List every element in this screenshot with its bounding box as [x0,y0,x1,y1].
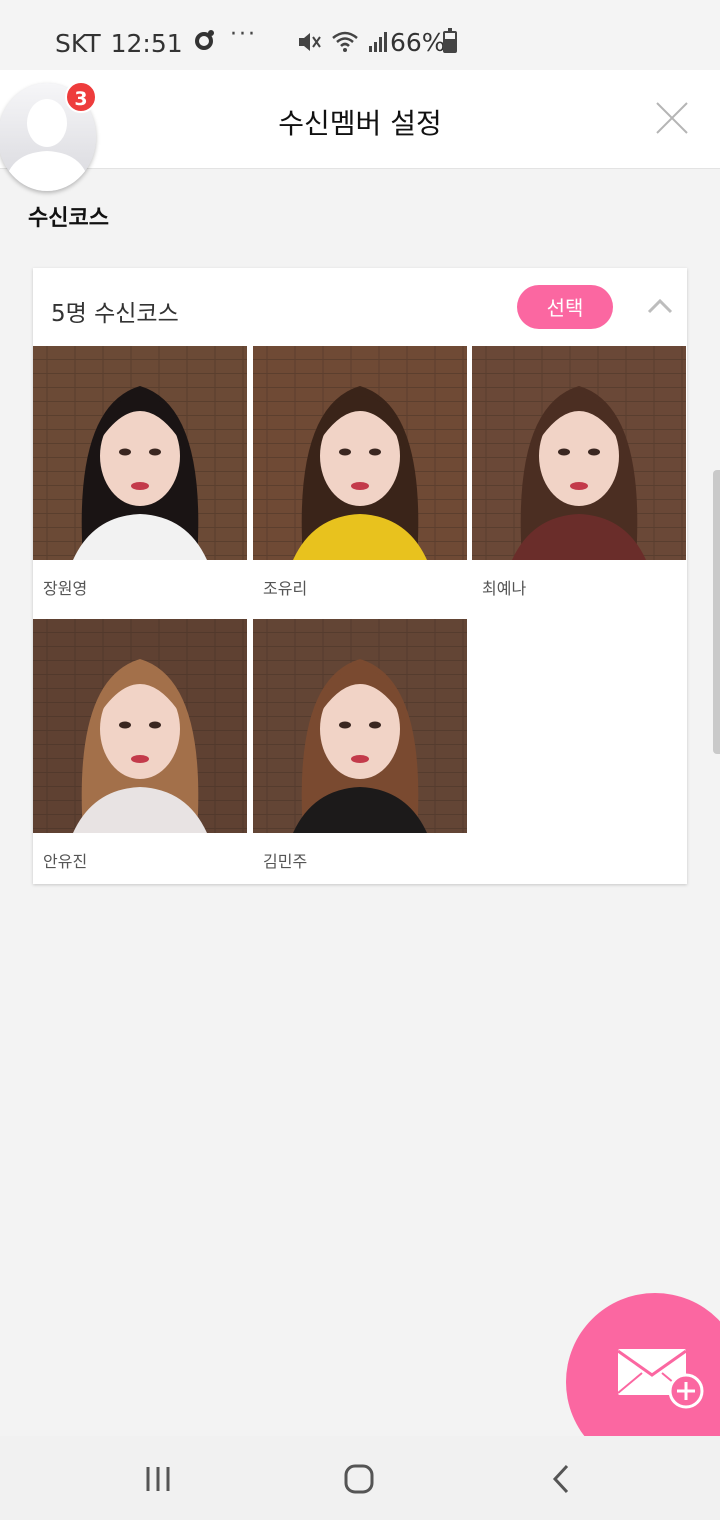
mail-add-icon [617,1349,704,1409]
course-title: 5명 수신코스 [51,301,179,327]
avatar-label: 수신코스 [28,206,109,231]
notification-badge: 3 [65,81,97,113]
home-icon [344,1464,374,1494]
status-bar: SKT 12:51 ··· 66% [0,0,720,70]
member-name: 안유진 [43,852,88,871]
wifi-icon [331,30,359,58]
app-indicator-icon [193,28,217,58]
member-item[interactable]: 조유리 [253,346,467,598]
more-notifications-icon: ··· [230,22,257,47]
member-name: 최예나 [482,579,527,598]
status-icons [297,30,389,58]
recent-apps-icon [146,1467,170,1491]
member-item[interactable]: 최예나 [472,346,686,598]
member-photo [33,619,247,833]
member-name: 김민주 [263,852,308,871]
close-button[interactable] [654,100,690,136]
collapse-button[interactable] [645,294,675,320]
header: 수신멤버 설정 [0,70,720,169]
member-item[interactable]: 안유진 [33,619,247,871]
clock: 12:51 [110,28,183,58]
member-name: 조유리 [263,579,308,598]
back-button[interactable] [545,1462,585,1496]
member-photo [33,346,247,560]
member-photo [253,346,467,560]
member-photo [472,346,686,560]
page-title: 수신멤버 설정 [278,107,442,140]
carrier-label: SKT [55,28,101,58]
battery-percent: 66% [390,28,446,57]
member-photo [253,619,467,833]
select-button[interactable]: 선택 [517,285,613,329]
member-name: 장원영 [43,579,88,598]
course-card: 5명 수신코스 선택 장원영 조유리 최예나 안유진 김민주 [33,268,687,884]
navigation-bar [0,1436,720,1520]
back-icon [552,1464,569,1494]
home-button[interactable] [340,1462,380,1496]
member-item[interactable]: 장원영 [33,346,247,598]
battery-icon [443,28,457,53]
close-icon [656,102,688,134]
chevron-up-icon [647,298,673,314]
status-left: SKT 12:51 [55,28,217,58]
signal-icon [367,30,389,58]
recent-apps-button[interactable] [140,1462,180,1496]
member-item[interactable]: 김민주 [253,619,467,871]
mute-icon [297,30,323,58]
scrollbar[interactable] [713,470,720,754]
